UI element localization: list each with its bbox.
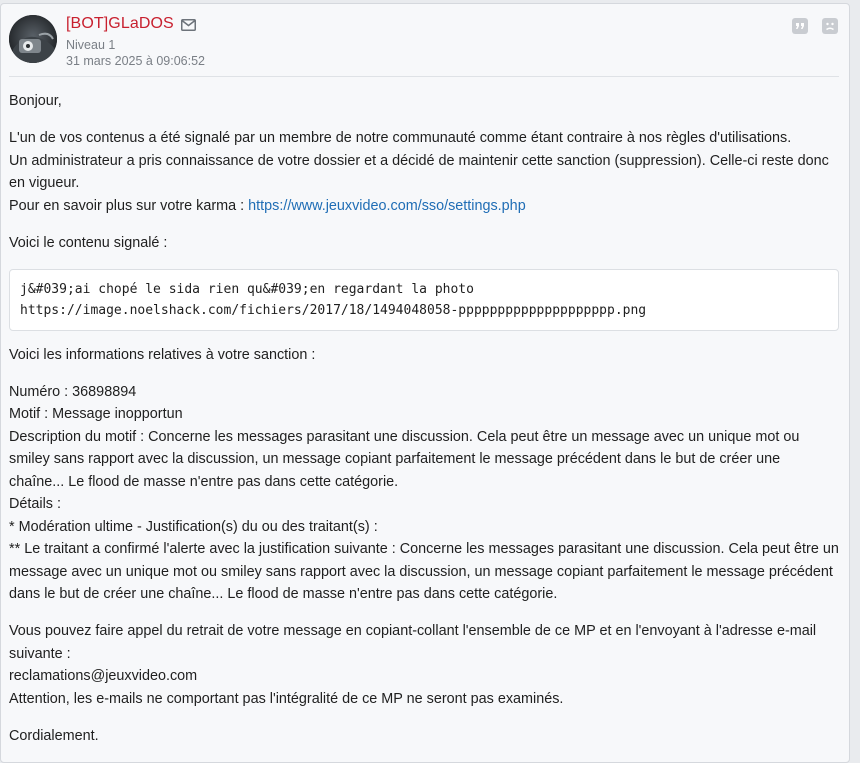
author-name[interactable]: [BOT]GLaDOS	[66, 15, 174, 33]
avatar-image	[9, 15, 57, 63]
karma-text: Pour en savoir plus sur votre karma :	[9, 197, 249, 214]
traitant-line: ** Le traitant a confirmé l'alerte avec …	[9, 541, 839, 602]
karma-line: Pour en savoir plus sur votre karma : ht…	[9, 195, 839, 218]
sanction-number: Numéro : 36898894	[9, 383, 137, 400]
message-body: Bonjour, L'un de vos contenus a été sign…	[9, 90, 839, 762]
report-icon[interactable]	[822, 18, 838, 34]
appeal-text: Vous pouvez faire appel du retrait de vo…	[9, 623, 817, 662]
reported-title: Voici le contenu signalé :	[9, 234, 168, 251]
quote-icon[interactable]	[792, 18, 808, 34]
intro-line-1: L'un de vos contenus a été signalé par u…	[9, 130, 792, 146]
message-header: [BOT]GLaDOS Niveau 1 31 mars 2025 à 09:0…	[1, 4, 851, 74]
intro-line-2: Un administrateur a pris connaissance de…	[9, 152, 829, 192]
post-date: 31 mars 2025 à 09:06:52	[66, 54, 205, 68]
message-card: [BOT]GLaDOS Niveau 1 31 mars 2025 à 09:0…	[0, 3, 850, 763]
moderation-line: * Modération ultime - Justification(s) d…	[9, 518, 378, 535]
author-avatar[interactable]	[9, 15, 57, 63]
sanction-motif: Motif : Message inopportun	[9, 406, 183, 422]
envelope-icon[interactable]	[181, 18, 196, 31]
reported-line-1: j&#039;ai chopé le sida rien qu&#039;en …	[20, 281, 474, 297]
greeting: Bonjour,	[9, 93, 62, 109]
header-divider	[9, 76, 839, 77]
sanction-details-label: Détails :	[9, 496, 61, 512]
intro-paragraph: L'un de vos contenus a été signalé par u…	[9, 127, 839, 217]
author-level: Niveau 1	[66, 38, 116, 52]
closing: Cordialement.	[9, 727, 99, 744]
sanction-description: Description du motif : Concerne les mess…	[9, 428, 800, 490]
appeal-warning: Attention, les e-mails ne comportant pas…	[9, 690, 564, 707]
karma-link[interactable]: https://www.jeuxvideo.com/sso/settings.p…	[248, 198, 526, 214]
reported-line-2: https://image.noelshack.com/fichiers/201…	[20, 302, 647, 318]
appeal-email: reclamations@jeuxvideo.com	[9, 668, 198, 684]
sanction-details: Numéro : 36898894 Motif : Message inoppo…	[9, 381, 839, 606]
appeal-paragraph: Vous pouvez faire appel du retrait de vo…	[9, 620, 839, 710]
sanction-title: Voici les informations relatives à votre…	[9, 346, 316, 363]
reported-content-block[interactable]: j&#039;ai chopé le sida rien qu&#039;en …	[9, 268, 839, 331]
